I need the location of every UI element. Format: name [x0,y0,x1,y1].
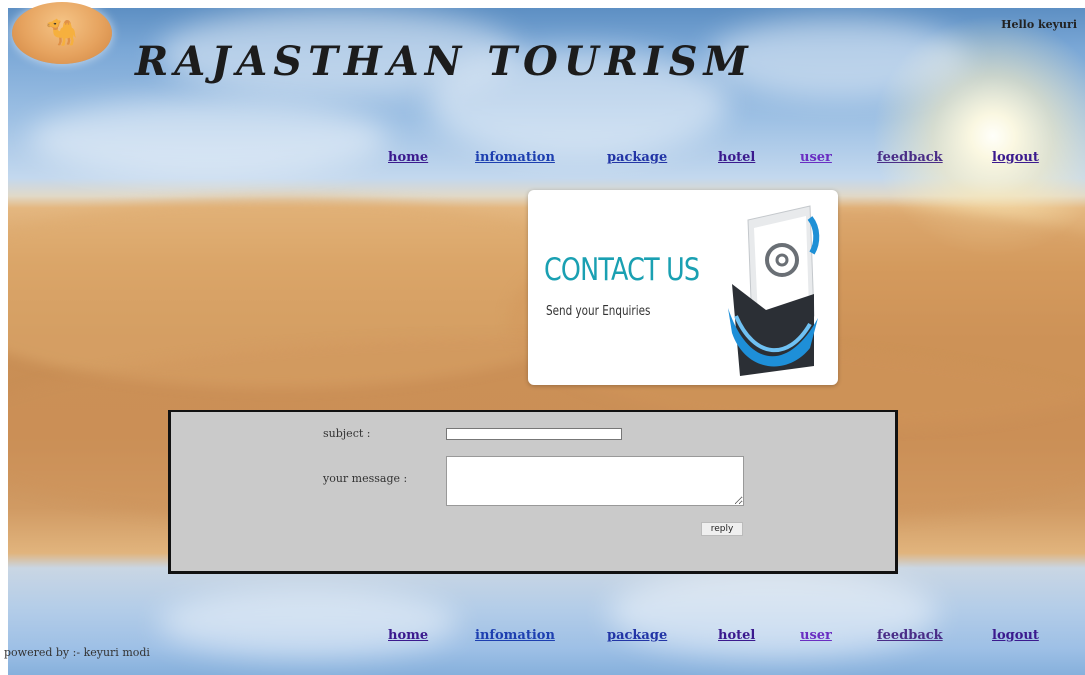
subject-input[interactable] [446,428,622,440]
banner-title: CONTACT US [544,252,700,288]
user-greeting: Hello keyuri [1001,18,1077,31]
nav-user-link[interactable]: user [800,628,832,643]
message-textarea[interactable] [446,456,744,506]
banner-subtitle: Send your Enquiries [546,304,651,319]
nav-feedback-link[interactable]: feedback [877,150,943,165]
nav-infomation-link[interactable]: infomation [475,628,555,643]
nav-package-link[interactable]: package [607,150,667,165]
nav-logout-link[interactable]: logout [992,150,1039,165]
nav-user-link[interactable]: user [800,150,832,165]
nav-logout-link[interactable]: logout [992,628,1039,643]
subject-label: subject : [323,427,371,440]
reply-button[interactable]: reply [701,522,743,536]
message-label: your message : [323,472,408,485]
site-title: RAJASTHAN TOURISM [135,38,754,85]
reply-form-panel: subject : your message : reply [168,410,898,574]
nav-feedback-link[interactable]: feedback [877,628,943,643]
footer-credit: powered by :- keyuri modi [4,646,150,659]
nav-infomation-link[interactable]: infomation [475,150,555,165]
nav-home-link[interactable]: home [388,628,428,643]
nav-hotel-link[interactable]: hotel [718,628,755,643]
nav-home-link[interactable]: home [388,150,428,165]
nav-hotel-link[interactable]: hotel [718,150,755,165]
camel-caravan-icon: 🐪 [12,2,112,64]
contact-us-banner: CONTACT US Send your Enquiries [528,190,838,385]
nav-package-link[interactable]: package [607,628,667,643]
email-envelope-icon [728,205,820,376]
